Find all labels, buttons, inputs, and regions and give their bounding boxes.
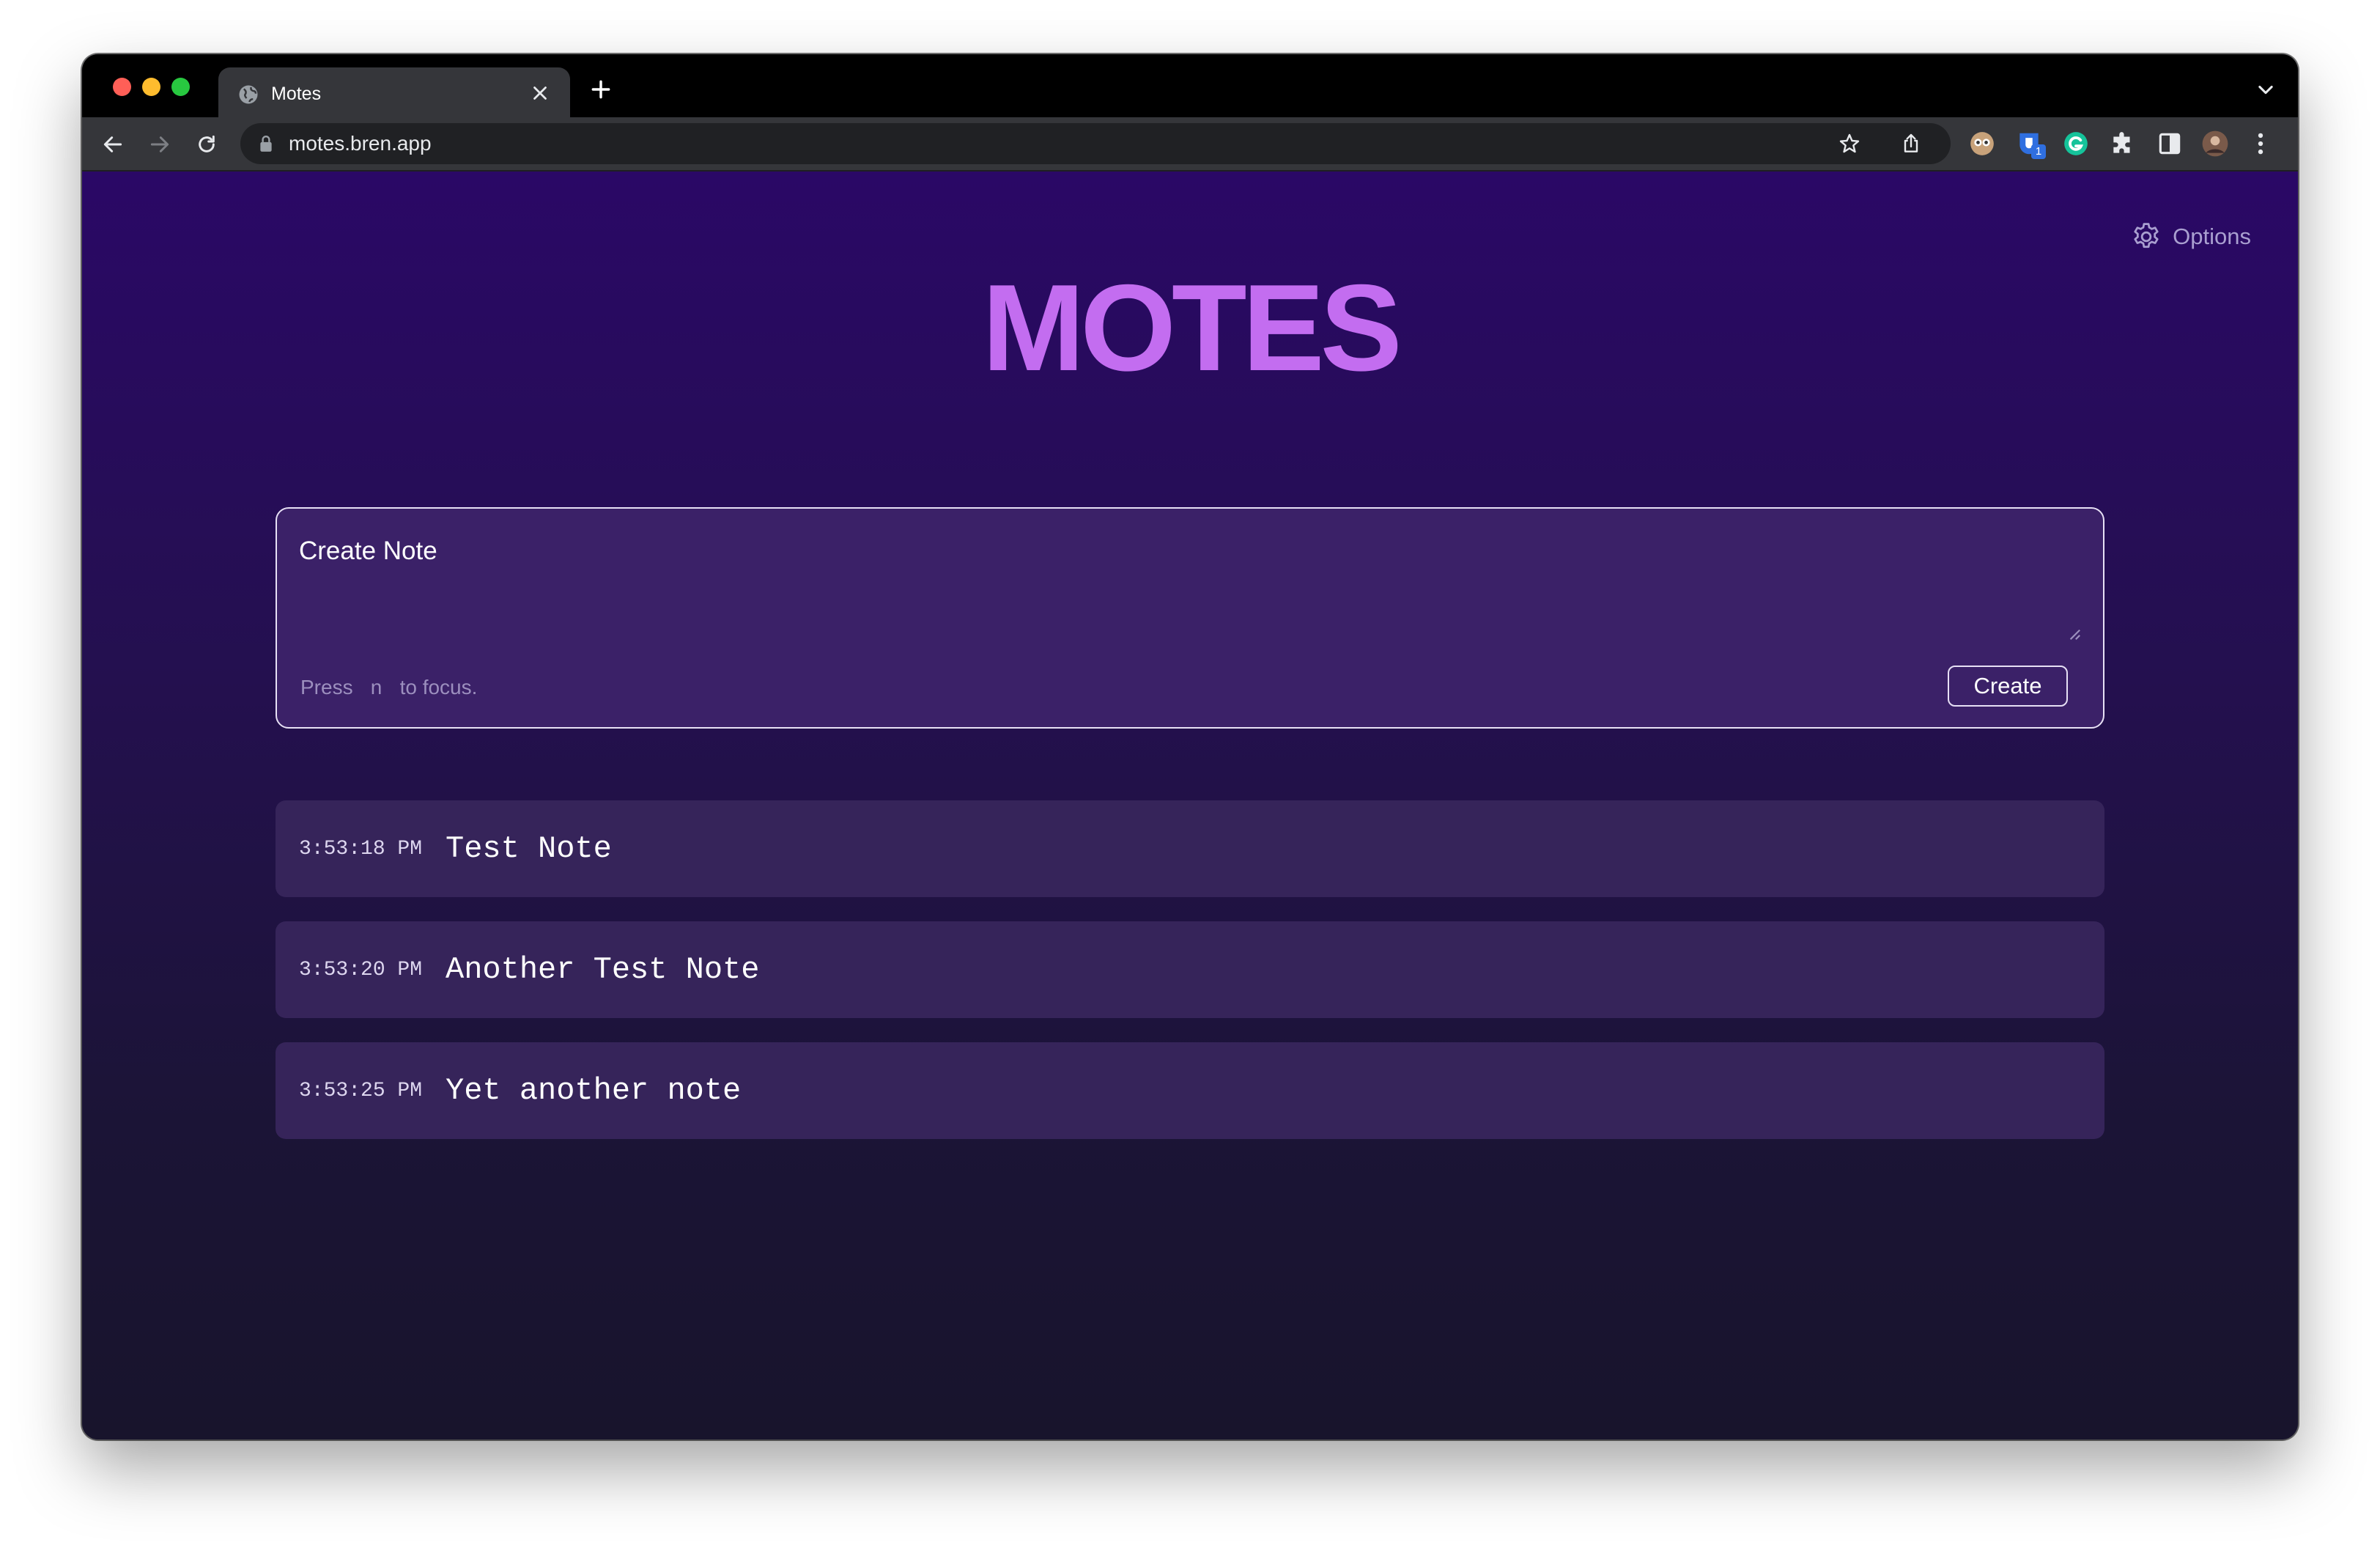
options-label: Options [2173, 224, 2251, 249]
close-icon[interactable] [529, 82, 551, 104]
minimize-window-button[interactable] [142, 78, 160, 96]
create-note-input[interactable] [299, 537, 2084, 641]
globe-icon [239, 85, 258, 104]
puzzle-icon[interactable] [2109, 130, 2137, 158]
options-button[interactable]: Options [2130, 220, 2251, 254]
note-timestamp: 3:53:25 PM [299, 1079, 423, 1102]
note-timestamp: 3:53:18 PM [299, 837, 423, 860]
note-text: Another Test Note [446, 952, 760, 987]
plus-icon[interactable] [589, 78, 613, 101]
kebab-menu-icon[interactable] [2247, 130, 2274, 158]
motes-page: Options MOTES Press n to focus. Create 3… [82, 172, 2298, 1440]
gear-icon [2134, 223, 2159, 248]
note-timestamp: 3:53:20 PM [299, 958, 423, 981]
chevron-down-icon[interactable] [2255, 79, 2276, 100]
back-arrow-icon[interactable] [101, 133, 125, 156]
page-title: MOTES [982, 259, 1402, 397]
tab-title: Motes [271, 84, 322, 104]
grammarly-extension-icon[interactable] [2062, 130, 2090, 158]
browser-toolbar: motes.bren.app 1 [82, 117, 2298, 172]
list-item[interactable]: 3:53:25 PM Yet another note [276, 1042, 2104, 1139]
reload-icon[interactable] [195, 133, 218, 156]
lock-icon[interactable] [258, 135, 274, 152]
address-bar[interactable]: motes.bren.app [240, 123, 1951, 164]
note-text: Test Note [446, 831, 612, 866]
resize-grip-icon[interactable] [2068, 627, 2081, 641]
star-icon[interactable] [1838, 132, 1861, 155]
profile-avatar[interactable] [2201, 130, 2229, 158]
shield-extension-icon[interactable]: 1 [2015, 130, 2046, 159]
create-button[interactable]: Create [1948, 666, 2068, 707]
url-text: motes.bren.app [289, 132, 432, 155]
list-item[interactable]: 3:53:20 PM Another Test Note [276, 921, 2104, 1018]
close-window-button[interactable] [113, 78, 131, 96]
focus-hint: Press n to focus. [300, 673, 477, 702]
create-note-card: Press n to focus. Create [276, 507, 2104, 729]
note-list: 3:53:18 PM Test Note 3:53:20 PM Another … [276, 800, 2104, 1163]
hint-key: n [370, 676, 382, 699]
maximize-window-button[interactable] [171, 78, 190, 96]
tab-strip: Motes [82, 54, 2298, 117]
hint-prefix: Press [300, 676, 353, 699]
side-panel-icon[interactable] [2156, 130, 2184, 158]
owl-extension-icon[interactable] [1968, 130, 1996, 158]
share-icon[interactable] [1899, 132, 1923, 155]
hint-suffix: to focus. [399, 676, 478, 699]
forward-arrow-icon[interactable] [148, 133, 171, 156]
extension-badge: 1 [2031, 144, 2046, 159]
tab-motes[interactable]: Motes [218, 67, 570, 117]
list-item[interactable]: 3:53:18 PM Test Note [276, 800, 2104, 897]
browser-window: Motes motes.bren.app 1 Options MOTES Cre… [82, 54, 2298, 1440]
note-text: Yet another note [446, 1073, 742, 1108]
